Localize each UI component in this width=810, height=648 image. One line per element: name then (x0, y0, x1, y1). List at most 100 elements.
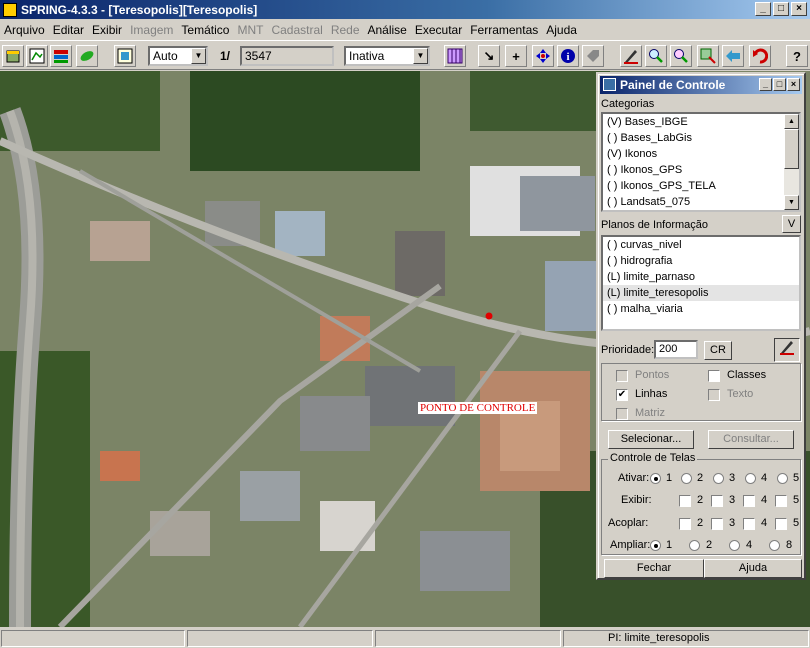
exibir-checkbox-3[interactable] (711, 495, 723, 507)
list-item[interactable]: ( ) Ikonos_GPS_TELA (603, 178, 799, 194)
list-item[interactable]: ( ) hidrografia (603, 253, 799, 269)
ativar-radio-3[interactable] (713, 473, 724, 484)
edit-pencil-button[interactable] (774, 338, 800, 362)
ativar-option-label: 4 (761, 472, 768, 484)
exibir-checkbox-5[interactable] (775, 495, 787, 507)
ativar-radio-2[interactable] (681, 473, 692, 484)
menu-exibir[interactable]: Exibir (88, 23, 126, 37)
ampliar-radio-8[interactable] (769, 540, 780, 551)
list-item-selected[interactable]: (L) limite_teresopolis (603, 285, 799, 301)
pencil-icon[interactable] (620, 45, 642, 67)
planes-list[interactable]: ( ) curvas_nivel ( ) hidrografia (L) lim… (601, 235, 801, 331)
texto-checkbox[interactable] (708, 389, 720, 401)
planes-label: Planos de Informação (601, 219, 709, 231)
image-display-icon[interactable] (114, 45, 136, 67)
display-options-group: Pontos Classes ✔ Linhas Texto Matriz (601, 363, 801, 421)
select-button[interactable]: Selecionar... (608, 430, 694, 449)
help-button[interactable]: Ajuda (704, 559, 802, 578)
ativar-option-label: 3 (729, 472, 736, 484)
control-point-marker[interactable] (485, 312, 493, 320)
window-titlebar: SPRING-4.3.3 - [Teresopolis][Teresopolis… (0, 0, 810, 19)
back-arrow-icon[interactable] (722, 45, 744, 67)
spring-app-icon[interactable] (3, 2, 17, 17)
pan-icon[interactable] (532, 45, 554, 67)
categories-list[interactable]: (V) Bases_IBGE ( ) Bases_LabGis (V) Ikon… (601, 112, 801, 212)
acoplar-checkbox-5[interactable] (775, 518, 787, 530)
menu-tematico[interactable]: Temático (177, 23, 233, 37)
ativar-radio-4[interactable] (745, 473, 756, 484)
matriz-checkbox[interactable] (616, 408, 628, 420)
menu-analise[interactable]: Análise (364, 23, 411, 37)
minimize-button[interactable]: _ (755, 2, 771, 16)
menu-ferramentas[interactable]: Ferramentas (466, 23, 542, 37)
panel-minimize-button[interactable]: _ (759, 78, 772, 91)
control-panel-titlebar[interactable]: Painel de Controle _ □ × (600, 76, 802, 94)
list-item[interactable]: ( ) malha_viaria (603, 301, 799, 317)
svg-text:i: i (566, 51, 569, 63)
linhas-checkbox[interactable]: ✔ (616, 389, 628, 401)
acoplar-checkbox-4[interactable] (743, 518, 755, 530)
scale-mode-select[interactable]: Auto ▼ (148, 46, 208, 66)
ativar-radio-1[interactable] (650, 473, 661, 484)
menu-imagem[interactable]: Imagem (126, 23, 177, 37)
cursor-mode-select[interactable]: Inativa ▼ (344, 46, 430, 66)
ampliar-radio-4[interactable] (729, 540, 740, 551)
scroll-thumb[interactable] (784, 129, 799, 169)
panel-close-button[interactable]: × (787, 78, 800, 91)
zoom-in-icon[interactable] (645, 45, 667, 67)
menu-cadastral[interactable]: Cadastral (267, 23, 326, 37)
consult-button[interactable]: Consultar... (708, 430, 794, 449)
pontos-checkbox[interactable] (616, 370, 628, 382)
scale-mode-value: Auto (153, 49, 178, 63)
grid-icon[interactable] (444, 45, 466, 67)
help-question-icon[interactable]: ? (786, 45, 808, 67)
list-item[interactable]: (V) Ikonos (603, 146, 799, 162)
info-icon[interactable]: i (557, 45, 579, 67)
ampliar-radio-1[interactable] (650, 540, 661, 551)
menu-editar[interactable]: Editar (49, 23, 88, 37)
list-item[interactable]: (L) limite_parnaso (603, 269, 799, 285)
close-panel-button[interactable]: Fechar (604, 559, 704, 578)
project-icon[interactable] (26, 45, 48, 67)
crosshair-icon[interactable]: + (505, 45, 527, 67)
planes-view-button[interactable]: V (782, 215, 801, 233)
list-item[interactable]: ( ) Bases_LabGis (603, 130, 799, 146)
panel-maximize-button[interactable]: □ (773, 78, 786, 91)
undo-icon[interactable] (749, 45, 771, 67)
exibir-checkbox-4[interactable] (743, 495, 755, 507)
close-button[interactable]: × (791, 2, 807, 16)
priority-input[interactable]: 200 (654, 340, 698, 359)
arrow-select-icon[interactable]: ↘ (478, 45, 500, 67)
menu-arquivo[interactable]: Arquivo (0, 23, 49, 37)
database-icon[interactable] (2, 45, 24, 67)
list-item[interactable]: ( ) curvas_nivel (603, 237, 799, 253)
classes-checkbox[interactable] (708, 370, 720, 382)
main-toolbar: Auto ▼ 1/ 3547 Inativa ▼ ↘ + i ? (0, 40, 810, 70)
tag-icon[interactable] (582, 45, 604, 67)
chevron-down-icon[interactable]: ▼ (413, 48, 428, 64)
categories-scrollbar[interactable]: ▲ ▼ (784, 114, 799, 210)
acoplar-option-label: 2 (697, 517, 704, 529)
acoplar-checkbox-2[interactable] (679, 518, 691, 530)
list-item[interactable]: ( ) Landsat5_075 (603, 194, 799, 210)
menu-mnt[interactable]: MNT (233, 23, 267, 37)
scroll-up-icon[interactable]: ▲ (784, 114, 799, 129)
ampliar-radio-2[interactable] (689, 540, 700, 551)
exibir-checkbox-2[interactable] (679, 495, 691, 507)
menu-ajuda[interactable]: Ajuda (542, 23, 581, 37)
leaf-icon[interactable] (76, 45, 98, 67)
ativar-radio-5[interactable] (777, 473, 788, 484)
list-item[interactable]: (V) Bases_IBGE (603, 114, 799, 130)
menu-rede[interactable]: Rede (327, 23, 364, 37)
zoom-area-icon[interactable] (697, 45, 719, 67)
acoplar-checkbox-3[interactable] (711, 518, 723, 530)
list-item[interactable]: ( ) Ikonos_GPS (603, 162, 799, 178)
menu-executar[interactable]: Executar (411, 23, 466, 37)
zoom-out-icon[interactable] (670, 45, 692, 67)
scale-value-field[interactable]: 3547 (240, 46, 334, 66)
layers-icon[interactable] (50, 45, 72, 67)
chevron-down-icon[interactable]: ▼ (191, 48, 206, 64)
cr-button[interactable]: CR (704, 341, 732, 360)
maximize-button[interactable]: □ (773, 2, 789, 16)
scroll-down-icon[interactable]: ▼ (784, 195, 799, 210)
